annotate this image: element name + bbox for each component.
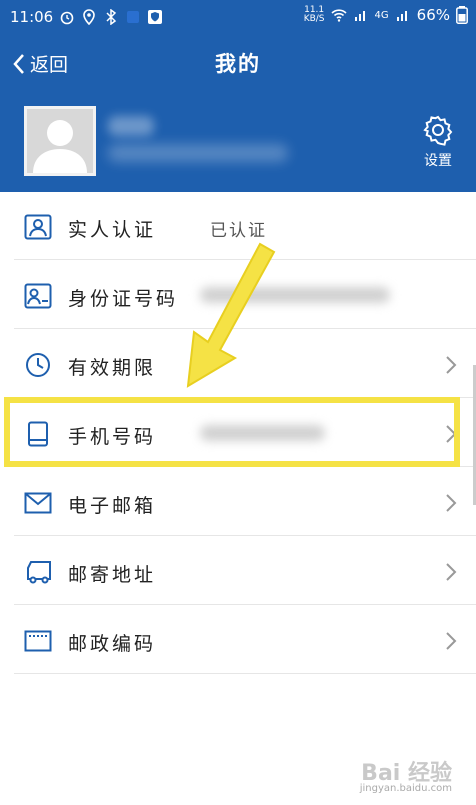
bluetooth-icon	[106, 9, 117, 25]
signal-icon-2	[396, 11, 407, 21]
divider	[14, 673, 476, 674]
network-type: 4G	[374, 9, 389, 21]
gear-icon	[423, 115, 453, 146]
chevron-right-icon	[446, 632, 457, 650]
list-item-label: 实人认证	[68, 219, 157, 241]
profile-section: 设置	[0, 92, 476, 192]
chevron-right-icon	[446, 494, 457, 512]
settings-button[interactable]: 设置	[420, 114, 456, 170]
list-item-mailing-address[interactable]: 邮寄地址	[0, 537, 476, 605]
default-avatar-icon	[33, 120, 87, 173]
settings-label: 设置	[424, 153, 452, 169]
signal-icon	[354, 11, 365, 21]
alarm-icon	[60, 11, 74, 25]
chevron-right-icon	[446, 356, 457, 374]
truck-icon	[27, 561, 51, 584]
divider	[14, 535, 476, 536]
wifi-icon	[330, 9, 347, 22]
shield-icon	[148, 10, 163, 24]
list-item-email[interactable]: 电子邮箱	[0, 468, 476, 536]
postcode-icon	[24, 630, 52, 652]
avatar[interactable]	[24, 106, 96, 176]
app-notification-icon	[127, 11, 140, 23]
list-item-label: 邮政编码	[68, 633, 157, 655]
list-item-label: 有效期限	[68, 357, 157, 379]
user-name-redacted	[108, 116, 154, 136]
battery-percent: 66%	[416, 6, 450, 24]
mail-icon	[24, 492, 52, 514]
divider	[14, 604, 476, 605]
watermark: Bai 经验 jingyan.baidu.com	[360, 755, 452, 794]
pointer-arrow-annotation	[186, 242, 276, 388]
status-time: 11:06	[10, 8, 54, 26]
page-title: 我的	[215, 52, 261, 76]
clock-icon	[26, 353, 50, 377]
user-info-redacted	[108, 144, 288, 162]
person-id-icon	[24, 214, 52, 240]
auth-status-value: 已认证	[210, 221, 267, 241]
location-icon	[83, 9, 96, 25]
list-item-label: 身份证号码	[68, 288, 179, 310]
chevron-right-icon	[446, 563, 457, 581]
id-card-icon	[24, 283, 52, 309]
network-speed: 11.1 KB/S	[303, 5, 325, 24]
list-item-label: 电子邮箱	[68, 495, 157, 517]
list-item-label: 邮寄地址	[68, 564, 157, 586]
watermark-url: jingyan.baidu.com	[359, 783, 452, 794]
app-header: 返回 我的	[0, 34, 476, 92]
highlight-box-annotation	[4, 397, 460, 467]
list-item-postcode[interactable]: 邮政编码	[0, 606, 476, 674]
battery-icon	[456, 6, 468, 24]
status-bar: 11:06 11.1 KB/S 4G 66%	[0, 0, 476, 34]
